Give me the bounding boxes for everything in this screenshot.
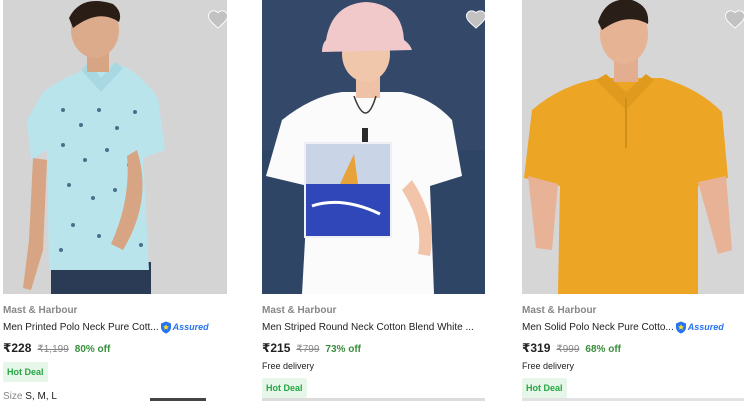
assured-badge-icon xyxy=(160,321,171,333)
product-image[interactable] xyxy=(262,0,485,294)
original-price: ₹799 xyxy=(296,344,320,355)
product-card[interactable]: Mast & Harbour Men Solid Polo Neck Pure … xyxy=(522,0,744,398)
product-photo-white-tshirt xyxy=(262,0,485,294)
hot-deal-badge: Hot Deal xyxy=(262,378,307,398)
price-row: ₹228 ₹1,199 80% off xyxy=(3,341,227,355)
heart-icon[interactable] xyxy=(465,9,485,29)
product-photo-polo-blue xyxy=(3,0,227,294)
product-image[interactable] xyxy=(3,0,227,294)
size-label: Size xyxy=(3,391,23,402)
assured-badge: Assured xyxy=(160,321,209,334)
selling-price: ₹228 xyxy=(3,341,32,355)
product-card[interactable]: Mast & Harbour Men Striped Round Neck Co… xyxy=(262,0,485,398)
free-delivery: Free delivery xyxy=(522,361,575,371)
product-photo-mustard-polo xyxy=(522,0,744,294)
product-title[interactable]: Men Printed Polo Neck Pure Cott... xyxy=(3,322,159,333)
size-values: S, M, L xyxy=(25,391,57,402)
original-price: ₹1,199 xyxy=(37,344,69,355)
assured-badge: Assured xyxy=(675,321,724,334)
product-card[interactable]: Mast & Harbour Men Printed Polo Neck Pur… xyxy=(3,0,227,402)
hot-deal-badge: Hot Deal xyxy=(3,362,48,382)
assured-badge-icon xyxy=(675,321,686,333)
original-price: ₹999 xyxy=(556,344,580,355)
free-delivery: Free delivery xyxy=(262,361,315,371)
assured-label: Assured xyxy=(687,322,724,332)
product-brand: Mast & Harbour xyxy=(522,305,597,316)
selling-price: ₹215 xyxy=(262,341,291,355)
price-row: ₹215 ₹799 73% off xyxy=(262,341,485,355)
selling-price: ₹319 xyxy=(522,341,551,355)
product-title[interactable]: Men Solid Polo Neck Pure Cotto... xyxy=(522,322,674,333)
discount: 80% off xyxy=(74,344,111,355)
hot-deal-badge: Hot Deal xyxy=(522,378,567,398)
assured-label: Assured xyxy=(172,322,209,332)
price-row: ₹319 ₹999 68% off xyxy=(522,341,744,355)
product-title[interactable]: Men Striped Round Neck Cotton Blend Whit… xyxy=(262,322,474,333)
discount: 68% off xyxy=(585,344,621,355)
product-brand: Mast & Harbour xyxy=(3,305,78,316)
heart-icon[interactable] xyxy=(207,9,227,29)
product-brand: Mast & Harbour xyxy=(262,305,337,316)
product-image[interactable] xyxy=(522,0,744,294)
heart-icon[interactable] xyxy=(724,9,744,29)
discount: 73% off xyxy=(325,344,361,355)
